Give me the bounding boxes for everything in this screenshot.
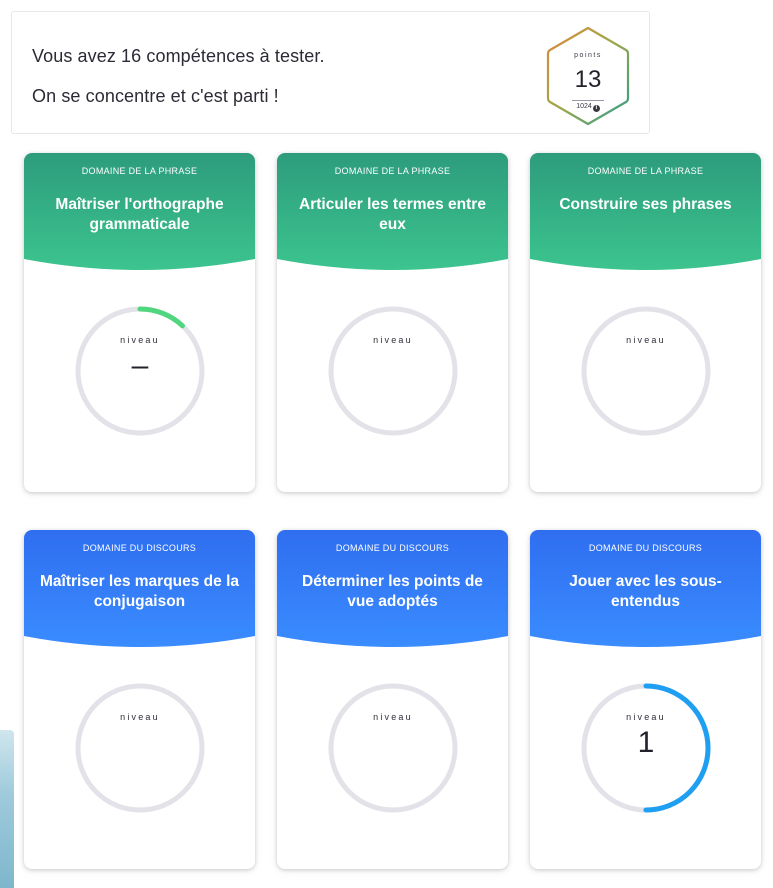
skill-card[interactable]: DOMAINE DU DISCOURS Déterminer les point… xyxy=(277,530,508,869)
gauge-track xyxy=(328,306,458,436)
level-gauge: niveau xyxy=(325,680,461,816)
card-title: Maîtriser les marques de la conjugaison xyxy=(39,573,239,610)
intro-text-line2: On se concentre et c'est parti ! xyxy=(32,86,279,106)
gauge-label: niveau xyxy=(626,712,666,722)
info-icon[interactable]: i xyxy=(592,105,600,112)
gauge-label: niveau xyxy=(120,712,160,722)
card-header: DOMAINE DU DISCOURS Jouer avec les sous-… xyxy=(530,530,761,652)
gauge-value: – xyxy=(131,349,149,382)
card-header: DOMAINE DU DISCOURS Déterminer les point… xyxy=(277,530,508,652)
gauge-label: niveau xyxy=(373,335,413,345)
card-domain: DOMAINE DE LA PHRASE xyxy=(587,166,704,176)
gauge-label: niveau xyxy=(373,712,413,722)
card-title: Jouer avec les sous-entendus xyxy=(569,573,722,610)
card-header: DOMAINE DE LA PHRASE Construire ses phra… xyxy=(530,153,761,275)
level-gauge: niveau xyxy=(72,680,208,816)
gauge-track xyxy=(581,306,711,436)
skill-card[interactable]: DOMAINE DU DISCOURS Maîtriser les marque… xyxy=(24,530,255,869)
card-title: Articuler les termes entre eux xyxy=(299,196,486,233)
card-domain: DOMAINE DU DISCOURS xyxy=(82,543,197,553)
skill-card[interactable]: DOMAINE DU DISCOURS Jouer avec les sous-… xyxy=(530,530,761,869)
skill-card[interactable]: DOMAINE DE LA PHRASE Maîtriser l'orthogr… xyxy=(24,153,255,492)
intro-banner: Vous avez 16 compétences à tester. On se… xyxy=(11,11,650,134)
level-gauge: niveau xyxy=(578,303,714,439)
gauge-track xyxy=(328,683,458,813)
points-label: points xyxy=(574,52,602,59)
gauge-label: niveau xyxy=(626,335,666,345)
intro-text-line1: Vous avez 16 compétences à tester. xyxy=(32,46,325,66)
card-domain: DOMAINE DU DISCOURS xyxy=(335,543,450,553)
card-domain: DOMAINE DE LA PHRASE xyxy=(81,166,198,176)
card-domain: DOMAINE DE LA PHRASE xyxy=(334,166,451,176)
gauge-label: niveau xyxy=(120,335,160,345)
gauge-value: 1 xyxy=(637,726,655,759)
level-gauge: niveau 1 xyxy=(578,680,714,816)
card-header: DOMAINE DU DISCOURS Maîtriser les marque… xyxy=(24,530,255,652)
background-decoration xyxy=(0,730,14,888)
card-header: DOMAINE DE LA PHRASE Maîtriser l'orthogr… xyxy=(24,153,255,275)
skill-card[interactable]: DOMAINE DE LA PHRASE Articuler les terme… xyxy=(277,153,508,492)
points-value: 13 xyxy=(574,66,602,93)
gauge-track xyxy=(75,683,205,813)
points-divider xyxy=(572,100,604,101)
card-title: Maîtriser l'orthographe grammaticale xyxy=(55,196,224,233)
points-badge[interactable]: points 13 1024 i xyxy=(542,24,634,128)
card-header: DOMAINE DE LA PHRASE Articuler les terme… xyxy=(277,153,508,275)
card-title: Construire ses phrases xyxy=(559,196,732,213)
skill-card[interactable]: DOMAINE DE LA PHRASE Construire ses phra… xyxy=(530,153,761,492)
level-gauge: niveau xyxy=(325,303,461,439)
level-gauge: niveau – xyxy=(72,303,208,439)
card-domain: DOMAINE DU DISCOURS xyxy=(588,543,703,553)
points-total: 1024 i xyxy=(542,103,634,112)
points-total-value: 1024 xyxy=(576,103,592,110)
card-title: Déterminer les points de vue adoptés xyxy=(302,573,483,610)
